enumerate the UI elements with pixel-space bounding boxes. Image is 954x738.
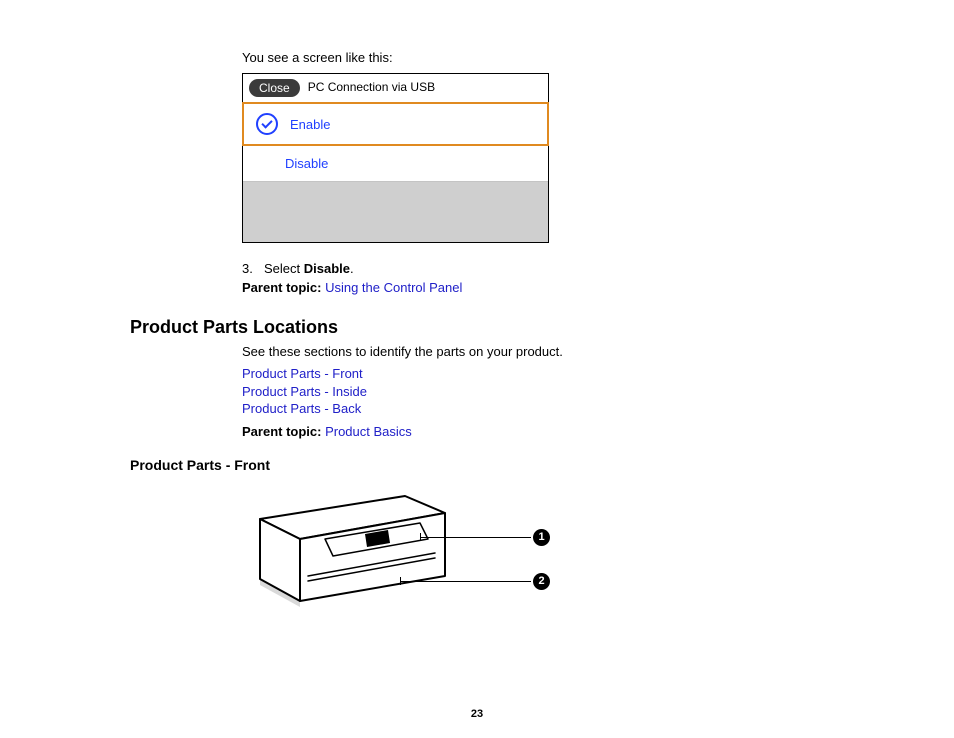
close-button: Close [249, 79, 300, 97]
lcd-screenshot: Close PC Connection via USB Enable Disab… [242, 73, 549, 243]
callout-number-2: 2 [533, 573, 550, 590]
parent-topic-link[interactable]: Using the Control Panel [325, 280, 462, 295]
subsection-heading-product-parts-front: Product Parts - Front [130, 457, 824, 473]
check-icon [256, 113, 278, 135]
printer-illustration [230, 481, 460, 621]
parent-topic-link[interactable]: Product Basics [325, 424, 412, 439]
lcd-header: Close PC Connection via USB [243, 74, 548, 103]
section-link-list: Product Parts - Front Product Parts - In… [242, 365, 824, 418]
link-product-parts-back[interactable]: Product Parts - Back [242, 400, 824, 418]
section-intro: See these sections to identify the parts… [242, 344, 824, 359]
printer-front-diagram: 1 2 [230, 481, 590, 621]
callout-2: 2 [400, 573, 550, 590]
icon-spacer [255, 154, 273, 172]
parent-topic-2: Parent topic: Product Basics [242, 424, 824, 439]
callout-number-1: 1 [533, 529, 550, 546]
parent-topic-1: Parent topic: Using the Control Panel [242, 280, 824, 295]
lcd-option-label: Enable [290, 117, 330, 132]
section-heading-product-parts-locations: Product Parts Locations [130, 317, 824, 338]
step-text: Select Disable. [264, 261, 354, 276]
link-product-parts-inside[interactable]: Product Parts - Inside [242, 383, 824, 401]
intro-text: You see a screen like this: [242, 50, 824, 65]
lcd-option-label: Disable [285, 156, 328, 171]
lcd-option-enable: Enable [242, 102, 549, 146]
step-3: 3. Select Disable. [242, 261, 824, 276]
step-number: 3. [242, 261, 264, 276]
callout-1: 1 [420, 529, 550, 546]
lcd-title: PC Connection via USB [308, 81, 435, 94]
parent-topic-label: Parent topic: [242, 280, 325, 295]
link-product-parts-front[interactable]: Product Parts - Front [242, 365, 824, 383]
lcd-option-disable: Disable [243, 145, 548, 182]
lcd-blank-area [243, 182, 548, 242]
page-number: 23 [0, 708, 954, 720]
parent-topic-label: Parent topic: [242, 424, 325, 439]
